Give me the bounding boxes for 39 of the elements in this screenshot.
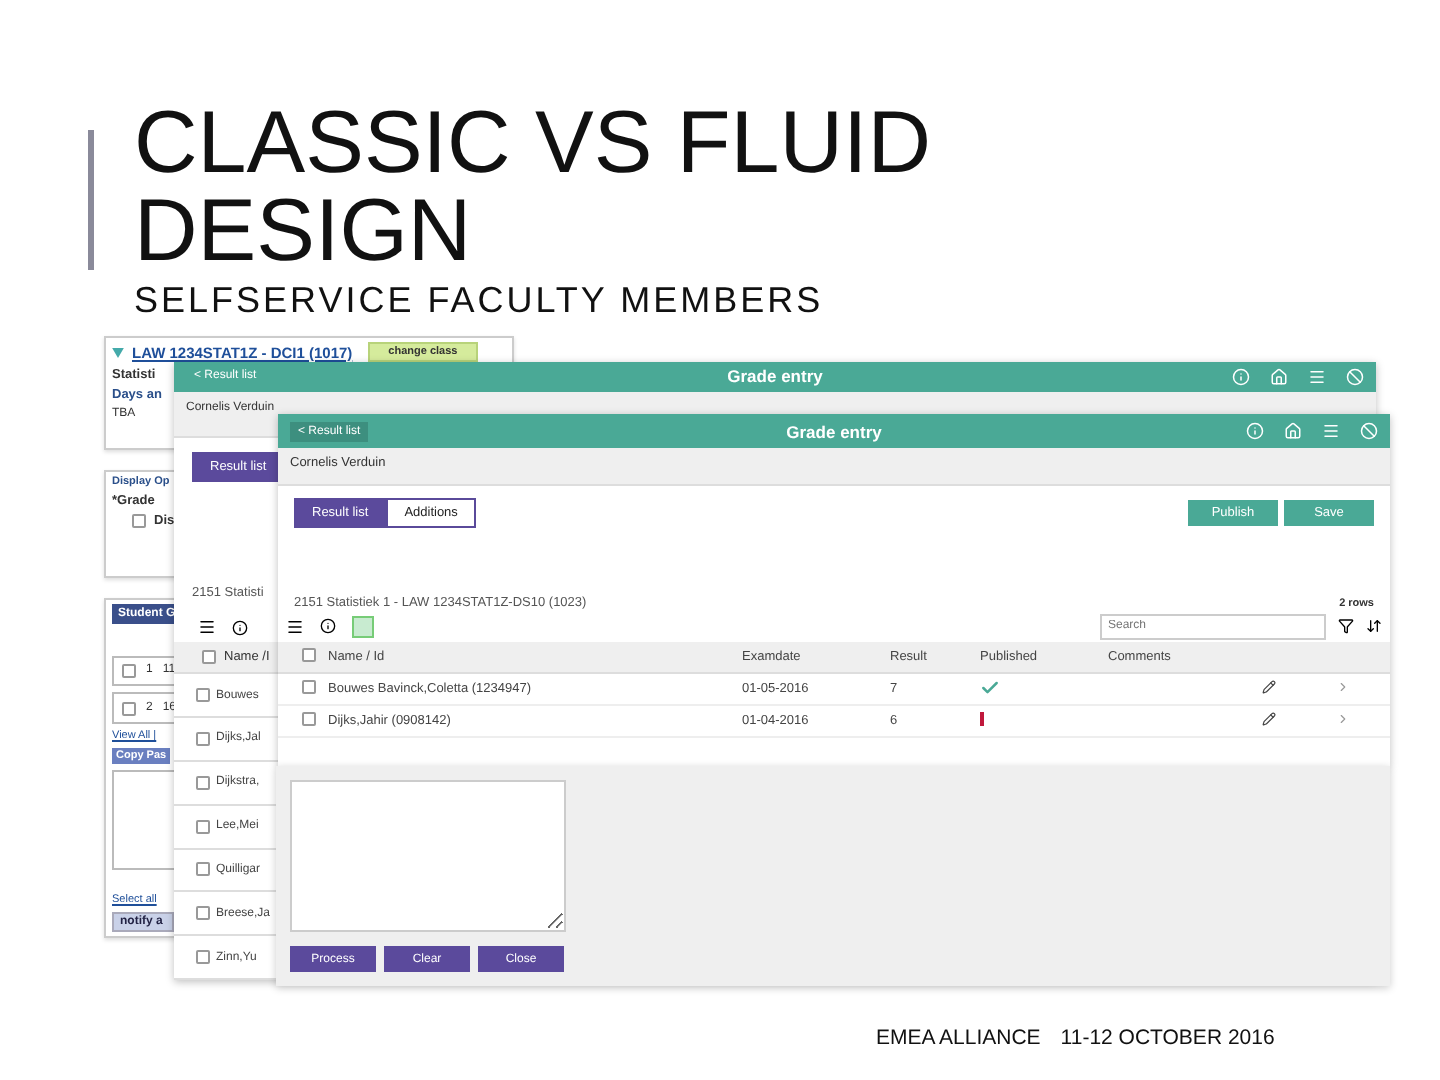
footer-text: 11-12 OCTOBER 2016 <box>1060 1026 1275 1050</box>
slide-title: CLASSIC VS FLUID <box>134 100 932 188</box>
slide-subtitle: SELFSERVICE FACULTY MEMBERS <box>134 280 826 322</box>
row-checkbox[interactable] <box>196 819 210 834</box>
filter-icon[interactable] <box>1338 618 1354 634</box>
menu-icon[interactable] <box>286 617 304 635</box>
circle-slash-icon[interactable] <box>1346 367 1364 386</box>
row-checkbox[interactable] <box>302 712 316 726</box>
page-title: Grade entry <box>786 421 882 441</box>
row-checkbox[interactable] <box>196 950 210 965</box>
text-area[interactable] <box>290 780 566 932</box>
row-checkbox[interactable] <box>302 680 316 694</box>
circle-slash-icon[interactable] <box>1360 422 1378 440</box>
row-checkbox[interactable] <box>196 862 210 877</box>
row-checkbox[interactable] <box>122 701 136 716</box>
row-checkbox[interactable] <box>196 688 210 703</box>
option-checkbox[interactable] <box>132 514 146 528</box>
page-title: Grade entry <box>727 366 823 387</box>
pencil-icon[interactable] <box>1262 712 1276 726</box>
pencil-icon[interactable] <box>1262 680 1276 694</box>
row-checkbox[interactable] <box>196 906 210 921</box>
footer-text: EMEA ALLIANCE <box>876 1026 1041 1050</box>
home-icon[interactable] <box>1270 367 1288 386</box>
row-checkbox[interactable] <box>122 663 136 678</box>
chevron-icon[interactable] <box>1336 680 1350 694</box>
select-all-checkbox[interactable] <box>302 648 316 662</box>
sort-icon[interactable] <box>1366 618 1382 634</box>
info-icon[interactable] <box>320 618 336 634</box>
chevron-icon[interactable] <box>1336 712 1350 726</box>
paste-field[interactable] <box>112 769 176 871</box>
row-checkbox[interactable] <box>196 775 210 790</box>
home-icon[interactable] <box>1284 422 1302 440</box>
menu-icon[interactable] <box>198 618 216 637</box>
column-toggle-button[interactable] <box>352 615 374 637</box>
slide-title: DESIGN <box>134 188 474 276</box>
expand-icon[interactable] <box>112 347 124 357</box>
row-checkbox[interactable] <box>196 731 210 746</box>
select-all-checkbox[interactable] <box>202 649 216 664</box>
info-icon[interactable] <box>232 619 248 636</box>
